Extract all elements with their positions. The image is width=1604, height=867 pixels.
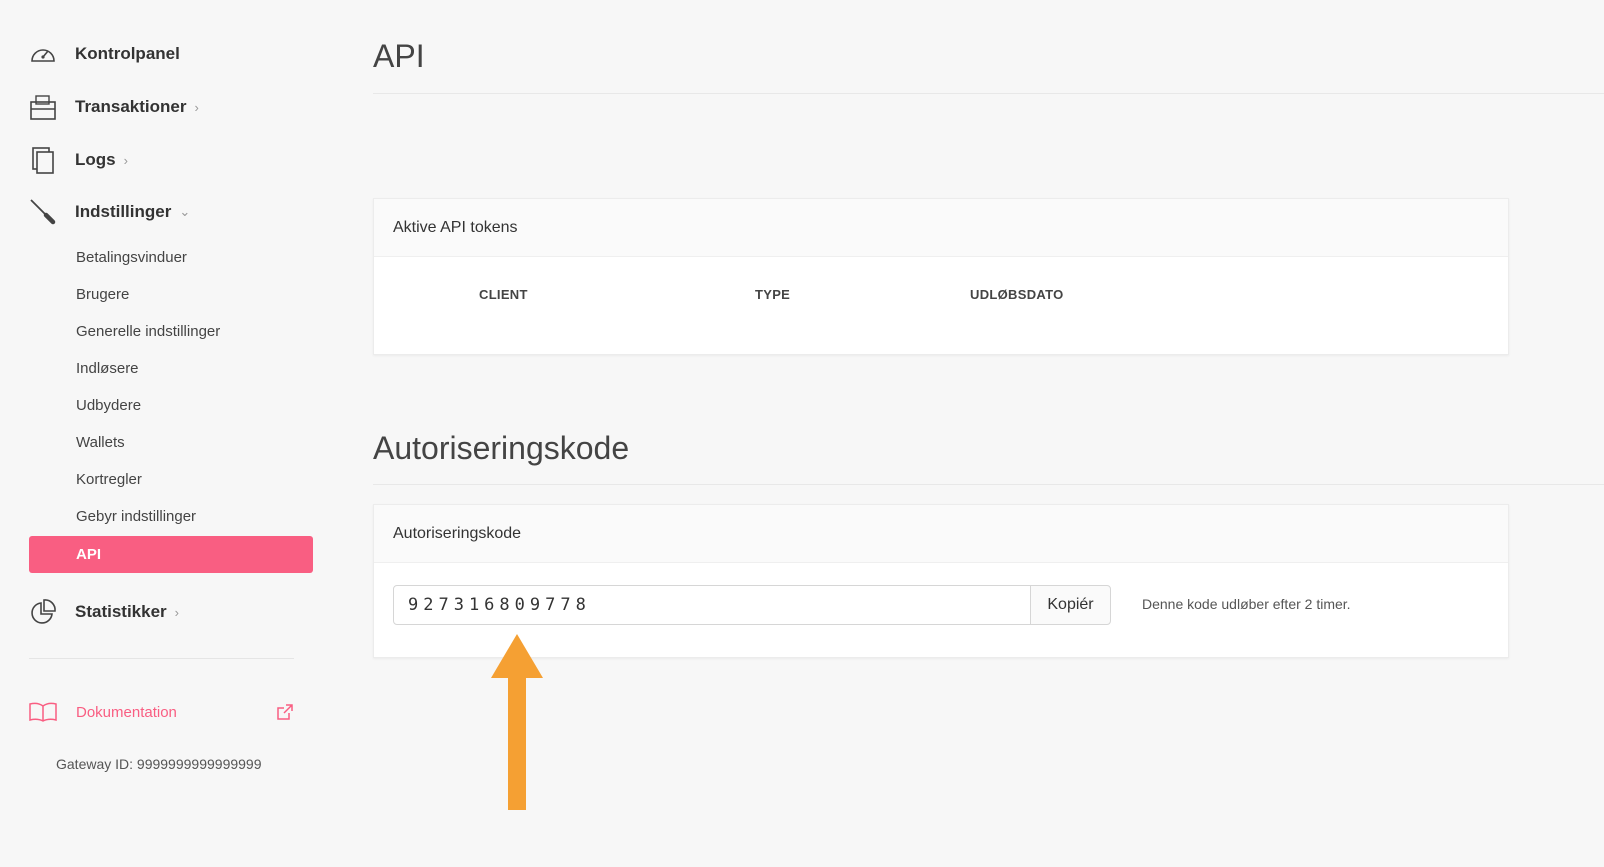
- chevron-right-icon: ›: [174, 604, 180, 620]
- external-link-icon[interactable]: [276, 703, 294, 721]
- sidebar-item-wallets[interactable]: Wallets: [76, 433, 125, 453]
- sidebar-item-kortregler[interactable]: Kortregler: [76, 470, 142, 490]
- chevron-right-icon: ›: [194, 99, 199, 115]
- sidebar-item-gebyr-indstillinger[interactable]: Gebyr indstillinger: [76, 507, 196, 527]
- nav-item-label: Kontrolpanel: [75, 44, 180, 63]
- expiry-note: Denne kode udløber efter 2 timer.: [1142, 596, 1351, 612]
- annotation-arrow-up-icon: [491, 634, 543, 810]
- copy-button[interactable]: Kopiér: [1030, 585, 1111, 625]
- nav-item-label: Indstillinger: [75, 202, 172, 221]
- auth-code-input[interactable]: [393, 585, 1031, 625]
- nav-item-kontrolpanel[interactable]: Kontrolpanel: [29, 38, 180, 70]
- nav-item-label: Logs: [75, 150, 116, 169]
- nav-item-indstillinger[interactable]: Indstillinger ⌄: [29, 196, 190, 228]
- gateway-id: Gateway ID: 9999999999999999: [56, 756, 262, 772]
- nav-item-transaktioner[interactable]: Transaktioner ›: [29, 91, 199, 123]
- nav-item-label: Transaktioner: [75, 97, 187, 116]
- section-divider: [373, 484, 1604, 485]
- sidebar: Kontrolpanel Transaktioner › Logs › Inds…: [0, 0, 320, 867]
- section-title: Autoriseringskode: [373, 430, 630, 466]
- column-header-type[interactable]: TYPE: [755, 287, 790, 302]
- documents-icon: [29, 146, 57, 174]
- wallet-icon: [29, 93, 57, 121]
- screwdriver-icon: [29, 198, 57, 226]
- sidebar-item-generelle-indstillinger[interactable]: Generelle indstillinger: [76, 322, 220, 342]
- documentation-link[interactable]: Dokumentation: [29, 702, 294, 722]
- title-divider: [373, 93, 1604, 94]
- sidebar-item-betalingsvinduer[interactable]: Betalingsvinduer: [76, 248, 187, 268]
- auth-code-card: Autoriseringskode Kopiér Denne kode udlø…: [373, 504, 1509, 658]
- page-title: API: [373, 38, 425, 74]
- sidebar-divider: [29, 658, 294, 659]
- nav-item-label: Statistikker: [75, 602, 167, 621]
- documentation-label: Dokumentation: [76, 703, 177, 721]
- dashboard-gauge-icon: [29, 40, 57, 68]
- chevron-down-icon: ⌄: [179, 204, 191, 219]
- column-header-client[interactable]: CLIENT: [479, 287, 528, 302]
- sidebar-item-api[interactable]: API: [29, 536, 313, 573]
- nav-item-logs[interactable]: Logs ›: [29, 144, 128, 176]
- chevron-right-icon: ›: [123, 152, 128, 168]
- book-icon: [29, 702, 57, 722]
- sidebar-item-brugere[interactable]: Brugere: [76, 285, 129, 305]
- sidebar-item-udbydere[interactable]: Udbydere: [76, 396, 141, 416]
- active-tokens-card: Aktive API tokens CLIENT TYPE UDLØBSDATO: [373, 198, 1509, 355]
- pie-chart-icon: [29, 598, 57, 626]
- nav-item-statistikker[interactable]: Statistikker ›: [29, 596, 179, 628]
- card-header: Aktive API tokens: [374, 199, 1508, 257]
- column-header-expiry[interactable]: UDLØBSDATO: [970, 287, 1064, 302]
- card-header: Autoriseringskode: [374, 505, 1508, 563]
- sidebar-item-indlosere[interactable]: Indløsere: [76, 359, 139, 379]
